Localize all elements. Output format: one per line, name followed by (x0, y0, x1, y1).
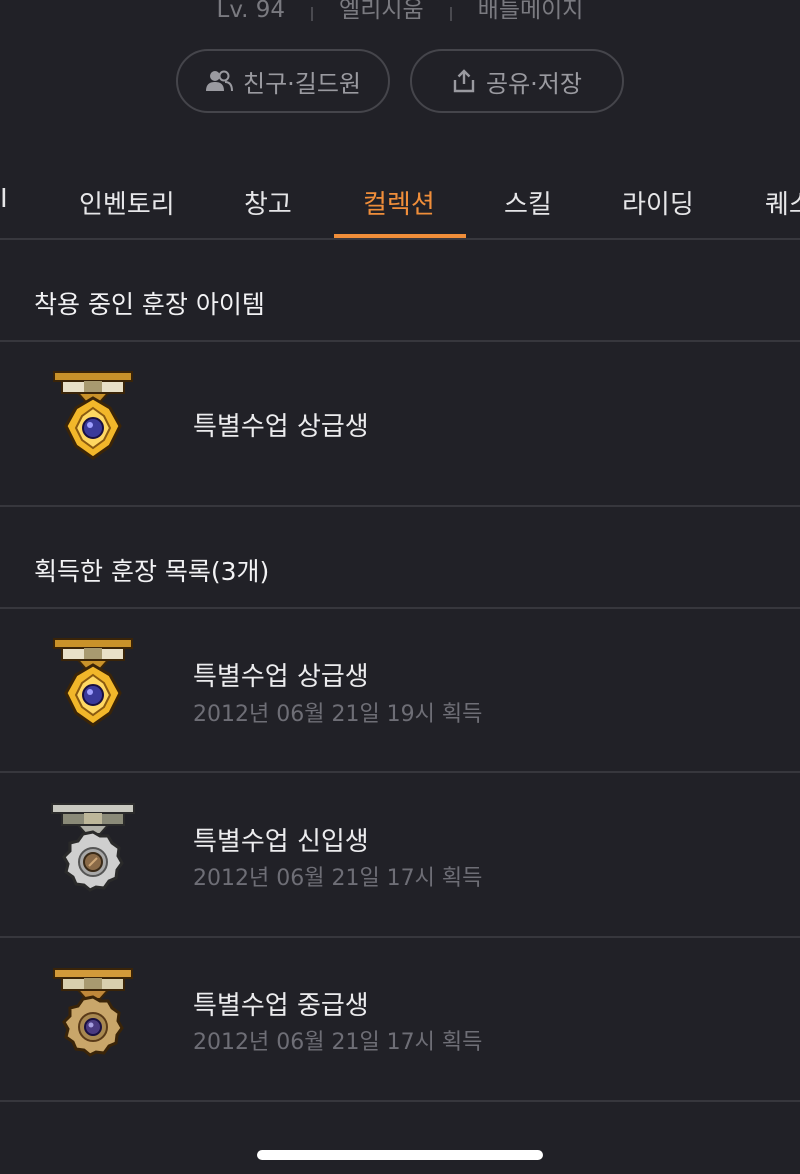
action-buttons: 친구·길드원 공유·저장 (0, 49, 800, 113)
divider (0, 771, 800, 773)
bronze-medal-icon (48, 965, 138, 1075)
medal-name: 특별수업 신입생 (193, 827, 369, 857)
tab-collection[interactable]: 컬렉션 (363, 184, 435, 221)
medal-name: 특별수업 중급생 (193, 991, 369, 1021)
tab-partial-left[interactable]: I (0, 184, 8, 214)
home-indicator[interactable] (257, 1150, 543, 1160)
share-icon (452, 69, 476, 93)
equipped-medal-name: 특별수업 상급생 (193, 412, 369, 442)
medal-name: 특별수업 상급생 (193, 662, 369, 692)
level-text: Lv. 94 (216, 0, 286, 23)
divider (0, 607, 800, 609)
silver-medal-icon (48, 800, 138, 910)
divider (0, 505, 800, 507)
job-text: 배틀메이지 (477, 0, 584, 23)
tab-skill[interactable]: 스킬 (504, 184, 552, 221)
separator (311, 7, 314, 21)
people-icon (205, 70, 233, 92)
tab-bar: I 인벤토리 창고 컬렉션 스킬 라이딩 퀘스 (0, 160, 800, 240)
medal-acquired-date: 2012년 06월 21일 17시 획득 (193, 866, 483, 891)
active-tab-indicator (334, 234, 466, 238)
tab-inventory[interactable]: 인벤토리 (79, 184, 175, 221)
medal-acquired-date: 2012년 06월 21일 19시 획득 (193, 702, 483, 727)
medal-acquired-date: 2012년 06월 21일 17시 획득 (193, 1030, 483, 1055)
acquired-section-title: 획득한 훈장 목록(3개) (34, 557, 270, 586)
divider (0, 936, 800, 938)
share-save-button[interactable]: 공유·저장 (410, 49, 624, 113)
separator (449, 7, 452, 21)
divider (0, 340, 800, 342)
tab-quest[interactable]: 퀘스 (765, 184, 800, 221)
friends-guild-label: 친구·길드원 (242, 69, 362, 98)
equipped-section-title: 착용 중인 훈장 아이템 (34, 290, 265, 319)
world-text: 엘리시움 (339, 0, 424, 23)
share-save-label: 공유·저장 (486, 69, 582, 98)
friends-guild-button[interactable]: 친구·길드원 (176, 49, 390, 113)
gold-medal-icon (48, 368, 138, 478)
gold-medal-icon (48, 635, 138, 745)
divider (0, 1100, 800, 1102)
tab-storage[interactable]: 창고 (244, 184, 292, 221)
tab-riding[interactable]: 라이딩 (622, 184, 694, 221)
profile-info-row: Lv. 94 엘리시움 배틀메이지 (0, 0, 800, 30)
